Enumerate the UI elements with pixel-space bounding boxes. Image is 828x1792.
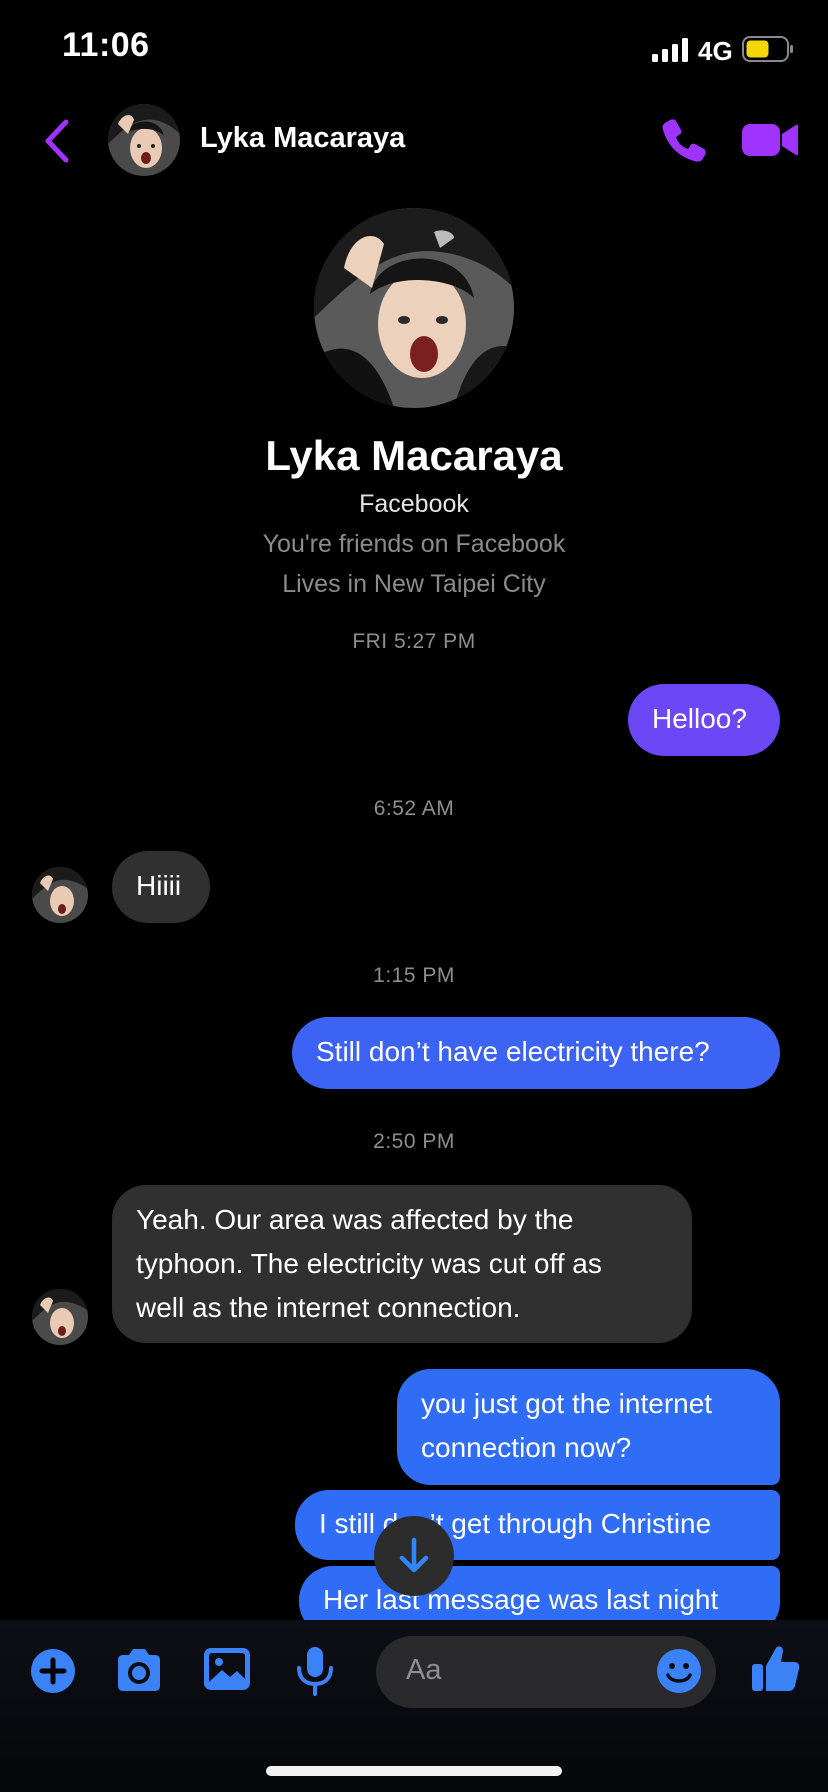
status-time: 11:06 [62,26,150,64]
message-line: connection now? [421,1432,632,1463]
sender-avatar[interactable] [32,1289,88,1345]
message-line: you just got the internet [421,1388,713,1419]
signal-icon [652,38,688,62]
profile-name: Lyka Macaraya [265,432,563,479]
video-icon[interactable] [742,120,798,160]
arrow-down-icon [399,1537,429,1573]
thumbs-up-icon[interactable] [750,1642,802,1694]
message-input-placeholder: Aa [406,1654,442,1686]
sender-avatar[interactable] [32,867,88,923]
emoji-icon[interactable] [656,1648,702,1694]
microphone-icon[interactable] [288,1644,342,1698]
incoming-message[interactable]: Hiiii [112,851,210,923]
timestamp: 2:50 PM [373,1130,455,1153]
image-icon[interactable] [200,1642,254,1696]
timestamp: 6:52 AM [373,797,455,820]
camera-icon[interactable] [112,1644,166,1698]
home-indicator [266,1766,562,1776]
battery-icon [742,36,793,62]
profile-location: Lives in New Taipei City [282,570,546,598]
header-avatar[interactable] [108,104,180,176]
profile-source: Facebook [359,490,469,518]
incoming-message[interactable]: Yeah. Our area was affected by the typho… [112,1185,692,1343]
network-label: 4G [698,36,733,66]
phone-icon[interactable] [660,116,708,164]
timestamp: FRI 5:27 PM [352,630,476,653]
contact-name[interactable]: Lyka Macaraya [200,122,405,155]
message-line: well as the internet connection. [136,1292,521,1323]
timestamp: 1:15 PM [373,964,455,987]
outgoing-message[interactable]: you just got the internet connection now… [397,1369,780,1485]
scroll-to-bottom-button[interactable] [374,1516,454,1596]
message-line: Yeah. Our area was affected by the [136,1204,574,1235]
plus-icon[interactable] [26,1644,80,1698]
profile-avatar[interactable] [314,208,514,408]
profile-friend-status: You're friends on Facebook [262,530,566,558]
back-chevron-icon[interactable] [40,118,74,164]
outgoing-message[interactable]: Still don’t have electricity there? [292,1017,780,1089]
outgoing-message[interactable]: I still don’t get through Christine [295,1490,780,1560]
outgoing-message[interactable]: Helloo? [628,684,780,756]
message-line: typhoon. The electricity was cut off as [136,1248,602,1279]
